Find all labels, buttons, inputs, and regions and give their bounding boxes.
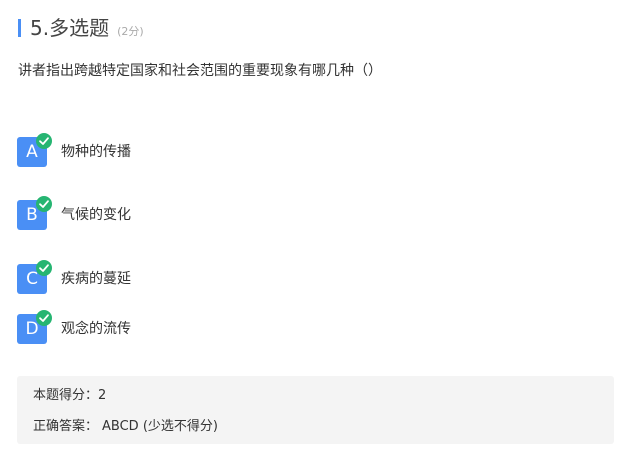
answer-value: ABCD (少选不得分) [102,419,218,434]
option-label: 疾病的蔓延 [61,271,131,287]
checkmark-icon [36,196,52,212]
question-header: 5.多选题 (2分) [30,14,144,42]
option-label: 气候的变化 [61,207,131,223]
question-score-hint: (2分) [117,25,144,38]
option-label: 物种的传播 [61,144,131,160]
option-c[interactable]: C 疾病的蔓延 [17,260,317,296]
option-label: 观念的流传 [61,321,131,337]
score-row: 本题得分：2 [33,387,106,405]
score-value: 2 [98,388,107,403]
option-a[interactable]: A 物种的传播 [17,133,317,169]
option-d[interactable]: D 观念的流传 [17,310,317,346]
title-accent-bar [18,19,21,37]
question-title: 5.多选题 [30,16,110,40]
option-b[interactable]: B 气候的变化 [17,196,317,232]
answer-label: 正确答案： [33,419,99,434]
result-panel: 本题得分：2 正确答案： ABCD (少选不得分) [17,376,614,444]
checkmark-icon [36,133,52,149]
answer-row: 正确答案： ABCD (少选不得分) [33,418,218,436]
score-label: 本题得分： [33,388,99,403]
checkmark-icon [36,310,52,326]
question-stem: 讲者指出跨越特定国家和社会范围的重要现象有哪几种（） [18,63,382,79]
checkmark-icon [36,260,52,276]
